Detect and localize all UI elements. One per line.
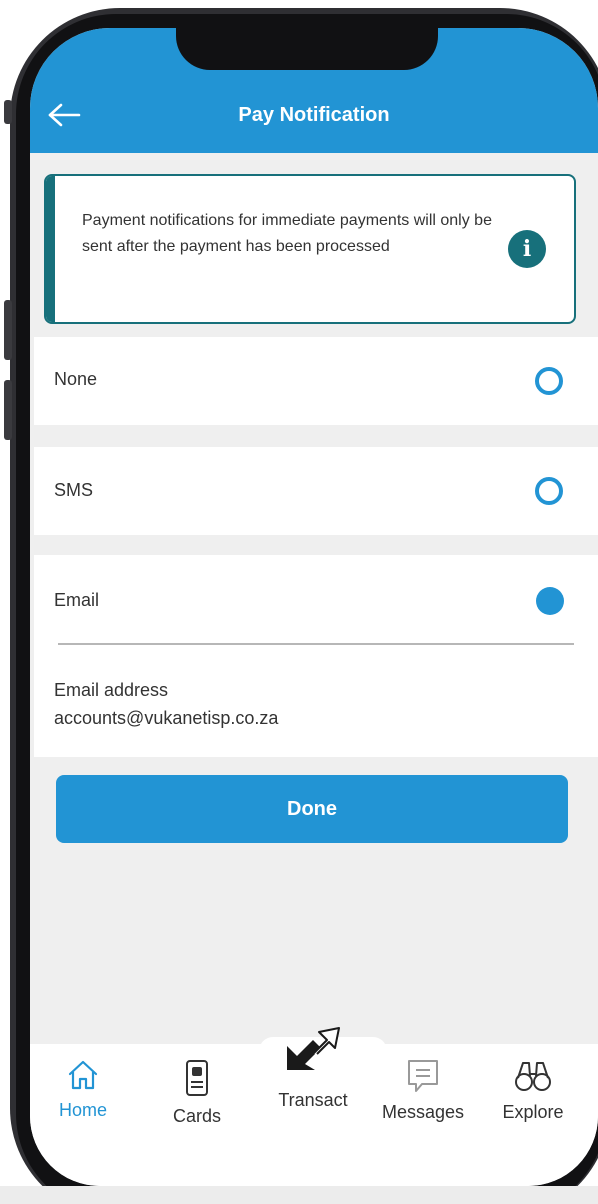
radio-button-unselected[interactable]	[535, 367, 563, 395]
page-title: Pay Notification	[238, 104, 390, 126]
transact-arrows-icon	[287, 1027, 340, 1070]
nav-item-cards[interactable]: Cards	[142, 1058, 252, 1127]
done-button[interactable]: Done	[56, 775, 568, 843]
phone-notch	[176, 28, 438, 70]
nav-label-cards: Cards	[172, 1106, 221, 1126]
app-header: Pay Notification	[30, 28, 598, 153]
nav-item-home[interactable]: Home	[30, 1058, 138, 1121]
card-icon	[186, 1060, 208, 1096]
option-label: Email	[54, 590, 100, 610]
home-icon	[68, 1060, 98, 1090]
radio-button-selected[interactable]	[536, 587, 564, 615]
nav-label-transact: Transact	[278, 1090, 348, 1110]
nav-item-explore[interactable]: Explore	[478, 1058, 588, 1123]
info-icon[interactable]: i	[508, 230, 546, 268]
bottom-strip	[0, 1186, 598, 1204]
app-screen: Pay Notification Payment notifications f…	[30, 28, 598, 1186]
option-none[interactable]: None	[34, 337, 598, 425]
phone-side-button	[4, 300, 12, 360]
nav-label-home: Home	[58, 1100, 107, 1120]
nav-label-explore: Explore	[502, 1102, 564, 1122]
phone-side-button	[4, 380, 12, 440]
option-label: SMS	[54, 480, 94, 500]
divider	[58, 643, 574, 645]
option-sms[interactable]: SMS	[34, 447, 598, 535]
option-label: None	[54, 369, 98, 389]
radio-button-unselected[interactable]	[535, 477, 563, 505]
nav-label-messages: Messages	[381, 1102, 465, 1122]
email-address-label: Email address	[54, 680, 169, 700]
info-text: Payment notifications for immediate paym…	[82, 212, 492, 255]
nav-item-messages[interactable]: Messages	[368, 1058, 478, 1123]
binoculars-icon	[515, 1062, 551, 1091]
info-banner: Payment notifications for immediate paym…	[44, 174, 576, 324]
info-accent-bar	[46, 176, 55, 322]
message-icon	[408, 1060, 438, 1092]
phone-side-button	[4, 100, 12, 124]
nav-item-transact[interactable]: Transact	[258, 1024, 368, 1111]
email-address-value[interactable]: accounts@vukanetisp.co.za	[54, 708, 278, 729]
option-email[interactable]: Email Email address accounts@vukanetisp.…	[34, 555, 598, 757]
